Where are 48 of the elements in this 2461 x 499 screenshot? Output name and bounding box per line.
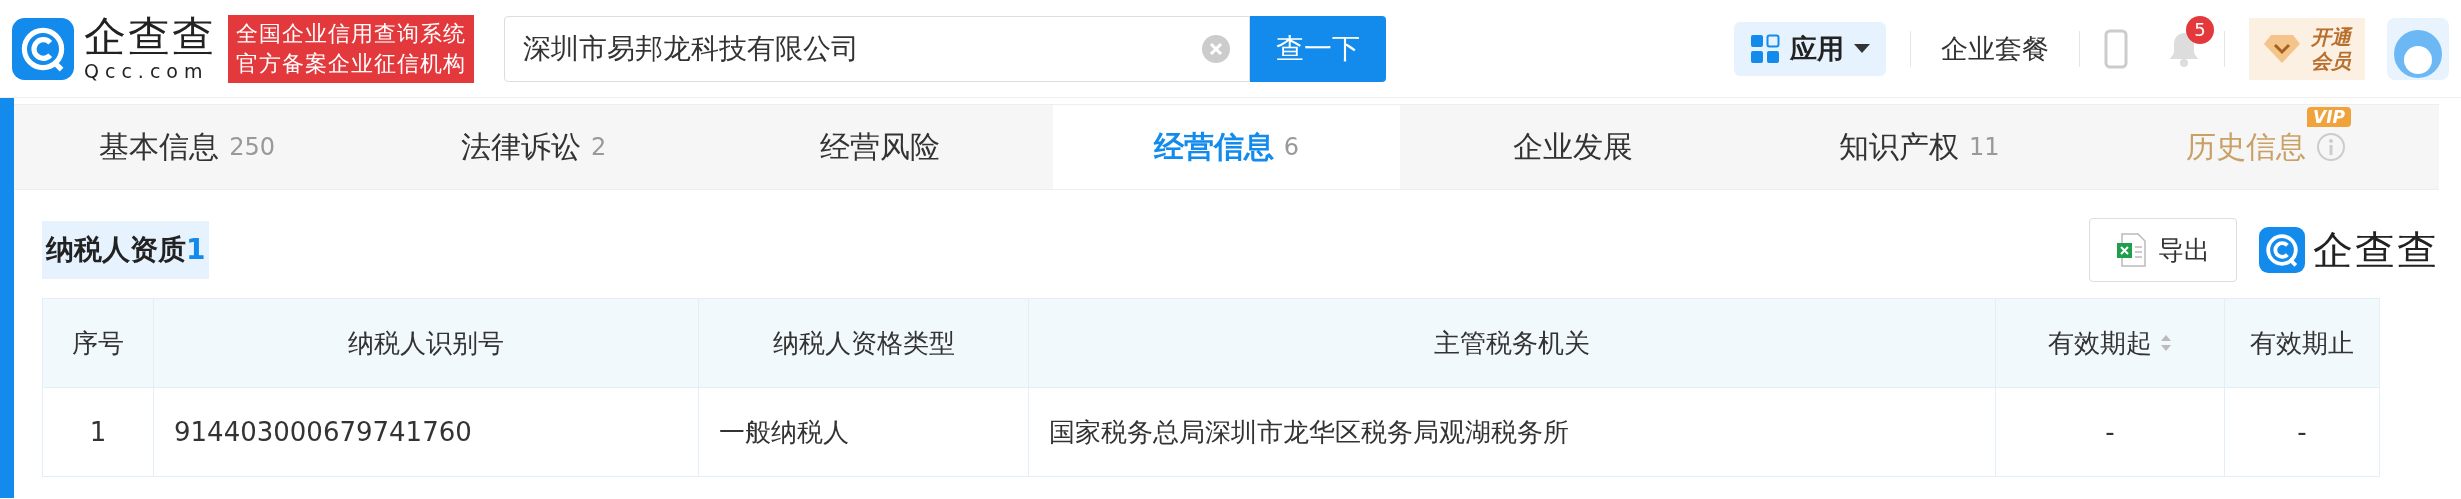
export-button[interactable]: 导出 xyxy=(2089,218,2237,282)
logo-domain: Qcc.com xyxy=(84,62,210,81)
tab[interactable]: 经营风险 xyxy=(706,105,1054,189)
section-title: 纳税人资质1 xyxy=(42,221,210,279)
vip-badge: VIP xyxy=(2307,107,2351,127)
brand-name: 企查查 xyxy=(2313,225,2439,275)
column-header: 序号 xyxy=(42,298,154,388)
table-cell: 914403000679741760 xyxy=(153,387,699,477)
tab-count: 250 xyxy=(229,133,276,161)
table-cell: - xyxy=(1995,387,2225,477)
vip-button[interactable]: 开通 会员 xyxy=(2249,17,2365,80)
column-header[interactable]: 有效期起 xyxy=(1995,298,2225,388)
tab[interactable]: 法律诉讼 2 xyxy=(360,105,707,189)
apps-button[interactable]: 应用 xyxy=(1734,21,1886,76)
tab[interactable]: 基本信息 250 xyxy=(14,105,361,189)
table-cell: - xyxy=(2224,387,2380,477)
info-icon[interactable] xyxy=(2315,132,2346,162)
search-field[interactable]: 深圳市易邦龙科技有限公司 xyxy=(504,15,1250,82)
avatar-icon[interactable] xyxy=(2387,17,2449,80)
tab-count: 2 xyxy=(591,133,607,161)
logo-icon xyxy=(2259,227,2305,273)
package-link[interactable]: 企业套餐 xyxy=(1935,29,2055,68)
slogan-line: 全国企业信用查询系统 xyxy=(236,19,466,48)
search-button[interactable]: 查一下 xyxy=(1250,15,1386,82)
logo-icon xyxy=(12,17,74,80)
table-cell: 1 xyxy=(42,387,154,477)
diamond-icon xyxy=(2263,33,2301,64)
column-header: 纳税人资格类型 xyxy=(698,298,1029,388)
column-header: 主管税务机关 xyxy=(1028,298,1996,388)
grid-icon xyxy=(1750,33,1780,64)
notification-badge: 5 xyxy=(2186,15,2214,44)
tab[interactable]: 企业发展 xyxy=(1399,105,1747,189)
column-header: 有效期止 xyxy=(2224,298,2380,388)
tab-count: 6 xyxy=(1283,133,1300,161)
table-cell: 国家税务总局深圳市龙华区税务局观湖税务所 xyxy=(1028,387,1996,477)
sort-icon[interactable] xyxy=(2160,333,2173,352)
clear-icon[interactable] xyxy=(1201,33,1231,64)
table-cell: 一般纳税人 xyxy=(698,387,1029,477)
column-header: 纳税人识别号 xyxy=(153,298,699,388)
spreadsheet-icon xyxy=(2116,233,2146,267)
tab[interactable]: 经营信息 6 xyxy=(1053,105,1400,189)
caret-icon xyxy=(1854,43,1870,54)
tab[interactable]: 知识产权 11 xyxy=(1746,105,2093,189)
slogan-line: 官方备案企业征信机构 xyxy=(236,49,466,78)
logo[interactable]: 企查查 Qcc.com xyxy=(12,16,216,81)
logo-name: 企查查 xyxy=(84,16,216,58)
tab-count: 11 xyxy=(1969,133,2000,161)
phone-icon[interactable] xyxy=(2104,28,2128,69)
